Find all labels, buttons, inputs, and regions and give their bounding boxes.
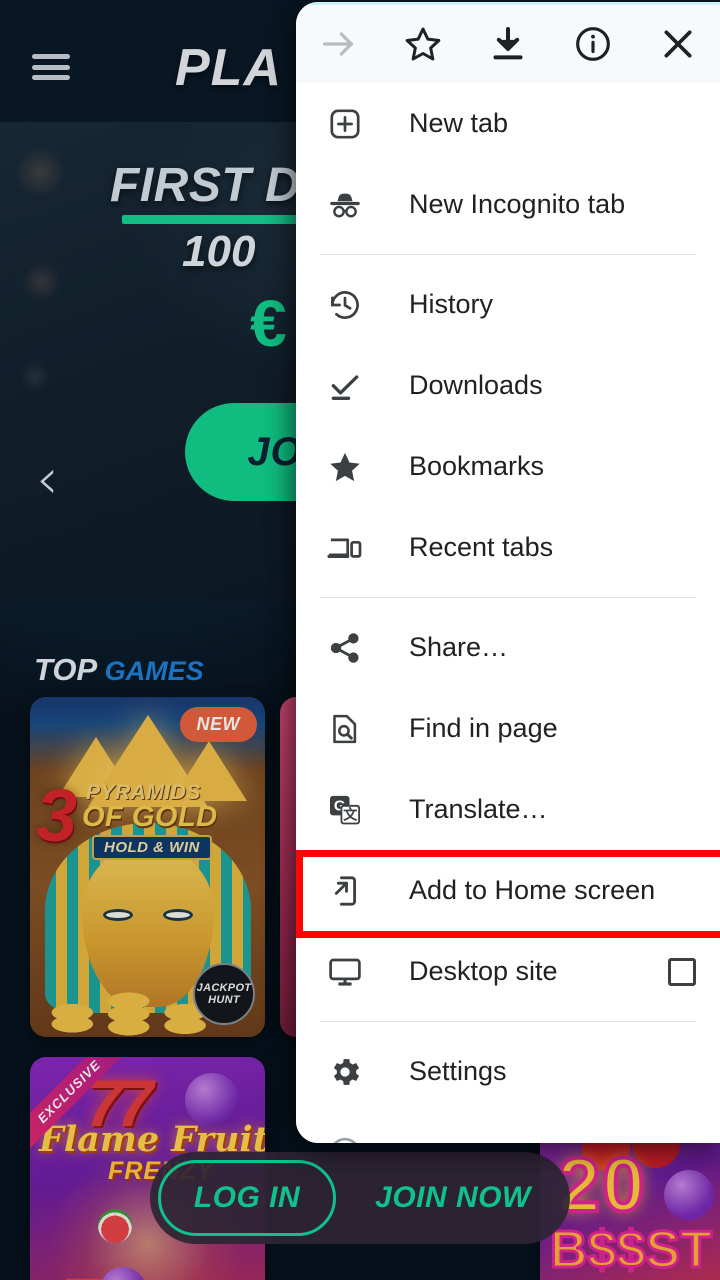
download-icon[interactable] bbox=[466, 5, 551, 83]
menu-divider bbox=[320, 1021, 696, 1022]
recent-tabs-icon bbox=[323, 530, 367, 566]
incognito-icon bbox=[323, 187, 367, 223]
menu-item-label: Bookmarks bbox=[409, 451, 545, 481]
find-in-page-icon bbox=[323, 711, 367, 747]
menu-toolbar bbox=[296, 5, 720, 83]
add-to-home-screen-icon bbox=[323, 873, 367, 909]
menu-divider bbox=[320, 597, 696, 598]
menu-divider bbox=[320, 254, 696, 255]
menu-item-label: Downloads bbox=[409, 370, 543, 400]
menu-item-label: New tab bbox=[409, 108, 509, 138]
menu-item-bookmarks[interactable]: Bookmarks bbox=[296, 426, 720, 507]
history-icon bbox=[323, 287, 367, 323]
menu-item-desktop-site[interactable]: Desktop site bbox=[296, 931, 720, 1012]
desktop-site-icon bbox=[323, 954, 367, 990]
desktop-site-checkbox[interactable] bbox=[668, 957, 696, 986]
menu-item-label: History bbox=[409, 289, 494, 319]
menu-item-find-in-page[interactable]: Find in page bbox=[296, 688, 720, 769]
menu-item-label: Add to Home screen bbox=[409, 875, 656, 905]
help-circle-icon bbox=[323, 1135, 367, 1143]
menu-item-recent-tabs[interactable]: Recent tabs bbox=[296, 507, 720, 588]
bookmark-star-icon[interactable] bbox=[381, 5, 466, 83]
menu-item-downloads[interactable]: Downloads bbox=[296, 345, 720, 426]
menu-item-label: Desktop site bbox=[409, 956, 558, 986]
translate-icon: G 文 bbox=[323, 792, 367, 828]
svg-text:文: 文 bbox=[343, 805, 358, 823]
menu-item-label: Settings bbox=[409, 1056, 507, 1086]
page-info-icon[interactable] bbox=[550, 5, 635, 83]
downloads-icon bbox=[323, 368, 367, 404]
forward-arrow-icon[interactable] bbox=[296, 5, 381, 83]
settings-gear-icon bbox=[323, 1054, 367, 1090]
menu-item-new-tab[interactable]: New tab bbox=[296, 83, 720, 164]
bookmarks-star-icon bbox=[323, 449, 367, 485]
menu-item-add-to-home-screen[interactable]: Add to Home screen bbox=[296, 850, 720, 931]
menu-item-history[interactable]: History bbox=[296, 264, 720, 345]
screen: PLA FIRST DE 100 € JO ‹ TOP GAMES 3 PYRA… bbox=[0, 0, 720, 1280]
menu-item-settings[interactable]: Settings bbox=[296, 1031, 720, 1112]
menu-item-label: Share… bbox=[409, 632, 509, 662]
menu-item-new-incognito-tab[interactable]: New Incognito tab bbox=[296, 164, 720, 245]
menu-item-list: New tab New Incognito tab History Downlo… bbox=[296, 83, 720, 1143]
menu-item-label: Translate… bbox=[409, 794, 548, 824]
menu-item-label: Recent tabs bbox=[409, 532, 554, 562]
menu-item-translate[interactable]: G 文 Translate… bbox=[296, 769, 720, 850]
menu-item-label: New Incognito tab bbox=[409, 189, 626, 219]
share-icon bbox=[323, 630, 367, 666]
menu-item-share[interactable]: Share… bbox=[296, 607, 720, 688]
new-tab-icon bbox=[323, 106, 367, 142]
close-icon[interactable] bbox=[635, 5, 720, 83]
menu-item-help-partial[interactable] bbox=[296, 1112, 720, 1143]
browser-overflow-menu: New tab New Incognito tab History Downlo… bbox=[296, 2, 720, 1143]
menu-item-label: Find in page bbox=[409, 713, 558, 743]
